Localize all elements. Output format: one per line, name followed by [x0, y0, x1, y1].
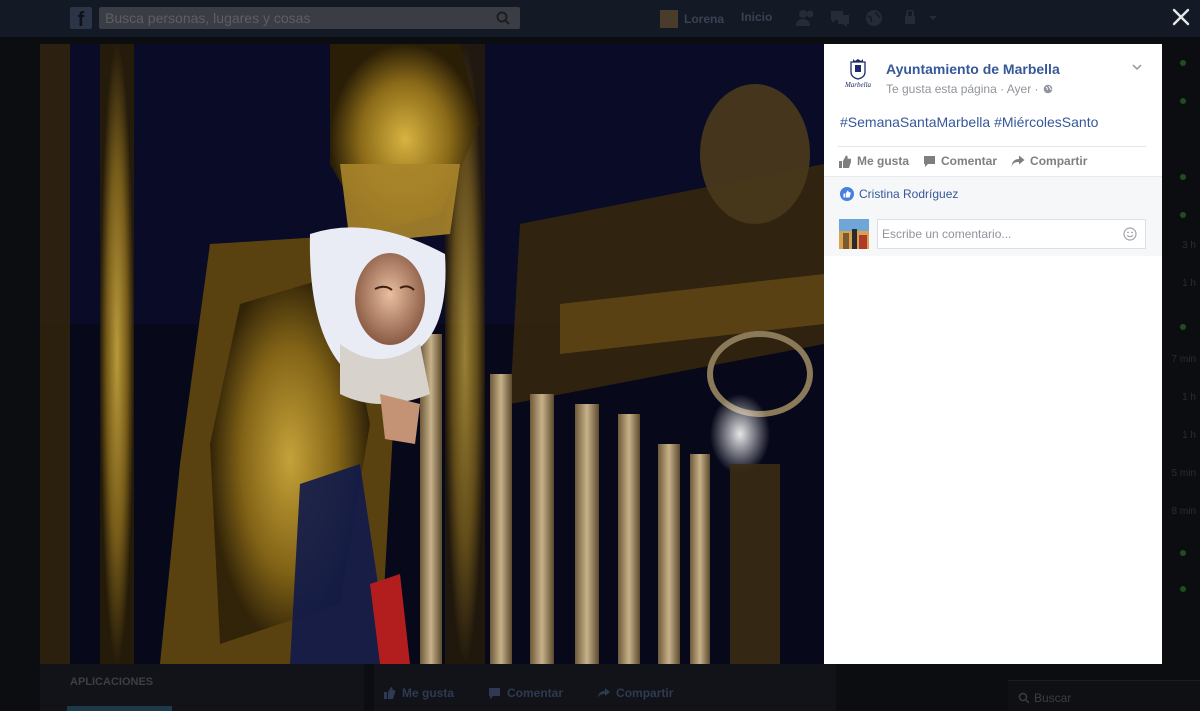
background-share-button: Compartir	[597, 686, 673, 700]
post-meta-text: Te gusta esta página · Ayer ·	[886, 82, 1039, 96]
post-photo[interactable]	[40, 44, 824, 664]
background-app-tile	[67, 706, 172, 711]
comment-button[interactable]: Comentar	[923, 154, 997, 168]
comment-field[interactable]	[877, 219, 1146, 249]
user-name: Lorena	[684, 12, 725, 26]
close-icon[interactable]	[1170, 6, 1192, 28]
globe-notifications-icon[interactable]	[863, 8, 885, 28]
chat-time: 5 min	[1171, 468, 1196, 479]
chat-time: 8 min	[1171, 506, 1196, 517]
page-avatar-text: Marbella	[844, 81, 872, 89]
search-icon[interactable]	[486, 7, 520, 29]
notification-icons	[795, 8, 885, 28]
like-button[interactable]: Me gusta	[838, 154, 909, 168]
chat-search-icon	[1018, 692, 1030, 704]
post-side-panel: Marbella Ayuntamiento de Marbella Te gus…	[824, 44, 1162, 664]
globe-icon	[1043, 84, 1052, 94]
apps-section-label: APLICACIONES	[70, 676, 154, 688]
chat-time-list: 3 h 1 h 7 min 1 h 1 h 5 min 8 min	[1160, 240, 1200, 544]
background-like-button: Me gusta	[383, 686, 454, 700]
likes-summary: Cristina Rodríguez	[840, 187, 958, 201]
post-hashtags[interactable]: #SemanaSantaMarbella #MiércolesSanto	[840, 114, 1098, 130]
privacy-shortcuts-icon[interactable]	[903, 9, 939, 26]
thumbs-up-icon	[839, 155, 851, 168]
share-label: Compartir	[1030, 154, 1088, 168]
chat-time: 7 min	[1171, 354, 1196, 365]
liker-name[interactable]: Cristina Rodríguez	[859, 187, 958, 201]
chat-time	[1160, 316, 1200, 354]
avatar[interactable]	[839, 219, 869, 249]
like-label: Me gusta	[857, 154, 910, 168]
comment-input[interactable]	[878, 220, 1108, 248]
page-avatar[interactable]: Marbella	[840, 58, 876, 94]
chat-time: 3 h	[1182, 240, 1196, 251]
profile-link[interactable]: Lorena	[660, 10, 724, 28]
like-badge-icon	[840, 187, 854, 201]
top-navigation-bar: f Lorena Inicio	[0, 0, 1200, 38]
friend-requests-icon[interactable]	[795, 8, 817, 28]
facebook-logo-icon[interactable]: f	[70, 7, 92, 31]
background-comment-button: Comentar	[488, 686, 563, 700]
marbella-crest-icon	[850, 59, 866, 80]
page-name-link[interactable]: Ayuntamiento de Marbella	[886, 61, 1060, 77]
comments-section: Cristina Rodríguez	[824, 176, 1162, 256]
background-post-actions: Me gusta Comentar Compartir	[383, 686, 673, 700]
post-meta: Te gusta esta página · Ayer ·	[886, 82, 1053, 96]
chat-time: 1 h	[1182, 392, 1196, 403]
chevron-down-icon[interactable]	[1130, 60, 1144, 74]
user-avatar	[660, 10, 678, 28]
home-link[interactable]: Inicio	[741, 10, 772, 24]
share-button[interactable]: Compartir	[1011, 154, 1087, 168]
emoji-icon[interactable]	[1123, 227, 1137, 241]
chat-search: Buscar	[1018, 691, 1071, 705]
search-input[interactable]	[99, 7, 479, 29]
divider	[838, 146, 1146, 147]
comment-label: Comentar	[941, 154, 998, 168]
messages-icon[interactable]	[829, 8, 851, 28]
search-bar[interactable]	[99, 7, 520, 29]
share-icon	[1011, 155, 1025, 167]
chat-time: 1 h	[1182, 430, 1196, 441]
comment-icon	[924, 156, 936, 167]
chat-time: 1 h	[1182, 278, 1196, 289]
post-actions: Me gusta Comentar Compartir	[838, 154, 1087, 168]
